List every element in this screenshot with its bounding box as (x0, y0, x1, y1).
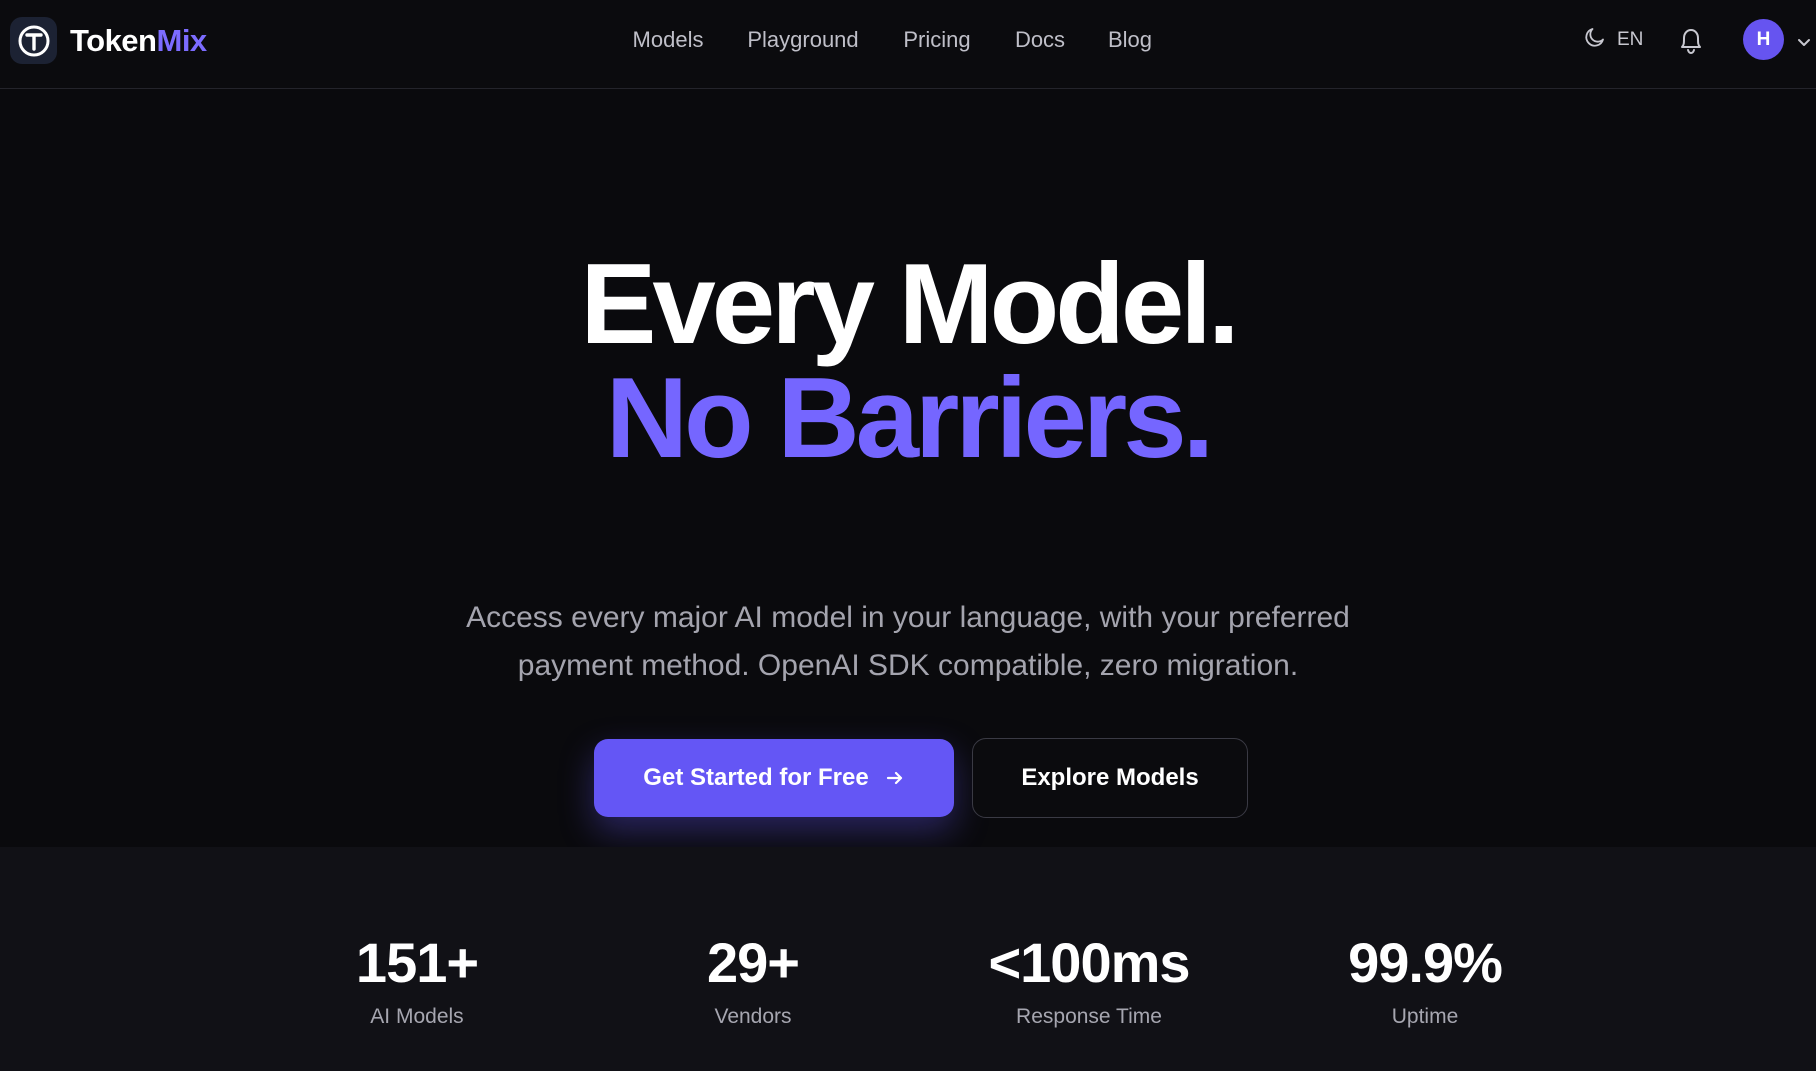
hero-subtitle-line2: payment method. OpenAI SDK compatible, z… (517, 649, 1299, 682)
hero-headline-line1: Every Model. (580, 241, 1239, 368)
stat-response-time: <100ms Response Time (988, 931, 1190, 1029)
bell-icon[interactable] (1676, 24, 1706, 61)
stat-uptime: 99.9% Uptime (1348, 931, 1503, 1029)
hero-section: Every Model. No Barriers. Access every m… (0, 89, 1816, 847)
get-started-button[interactable]: Get Started for Free (594, 739, 954, 817)
moon-icon (1583, 25, 1607, 55)
brand-logo[interactable]: TokenMix (10, 17, 207, 64)
stat-value: 151+ (355, 931, 479, 994)
get-started-label: Get Started for Free (643, 764, 869, 791)
nav-item-pricing[interactable]: Pricing (903, 27, 970, 53)
language-label: EN (1617, 29, 1644, 50)
arrow-right-icon (885, 768, 905, 788)
top-navbar: TokenMix Models Playground Pricing Docs … (0, 0, 1816, 89)
stat-label: Uptime (1391, 1005, 1459, 1028)
stat-ai-models: 151+ AI Models (355, 931, 479, 1029)
stat-label: AI Models (370, 1005, 464, 1028)
stat-value: 29+ (707, 931, 800, 994)
stat-label: Response Time (1016, 1005, 1162, 1028)
brand-name: TokenMix (70, 23, 207, 59)
tokenmix-logo-icon (10, 17, 57, 64)
brand-name-part2: Mix (156, 22, 208, 58)
stat-vendors: 29+ Vendors (707, 931, 800, 1029)
nav-item-playground[interactable]: Playground (747, 27, 858, 53)
explore-models-label: Explore Models (1021, 764, 1199, 791)
stats-section: 151+ AI Models 29+ Vendors <100ms Respon… (0, 847, 1816, 1071)
stat-value: <100ms (988, 931, 1190, 994)
nav-item-blog[interactable]: Blog (1108, 27, 1152, 53)
theme-language-toggle[interactable]: EN (1583, 25, 1643, 55)
nav-item-docs[interactable]: Docs (1015, 27, 1065, 53)
chevron-down-icon[interactable] (1797, 34, 1811, 52)
hero-headline-line2: No Barriers. (605, 355, 1215, 482)
hero-subtitle-line1: Access every major AI model in your lang… (466, 601, 1350, 634)
user-avatar[interactable]: H (1743, 19, 1784, 60)
landing-page: TokenMix Models Playground Pricing Docs … (0, 0, 1816, 1071)
nav-item-models[interactable]: Models (633, 27, 704, 53)
explore-models-button[interactable]: Explore Models (972, 738, 1248, 818)
stat-label: Vendors (714, 1005, 792, 1028)
brand-name-part1: Token (70, 22, 157, 58)
stat-value: 99.9% (1348, 931, 1503, 994)
